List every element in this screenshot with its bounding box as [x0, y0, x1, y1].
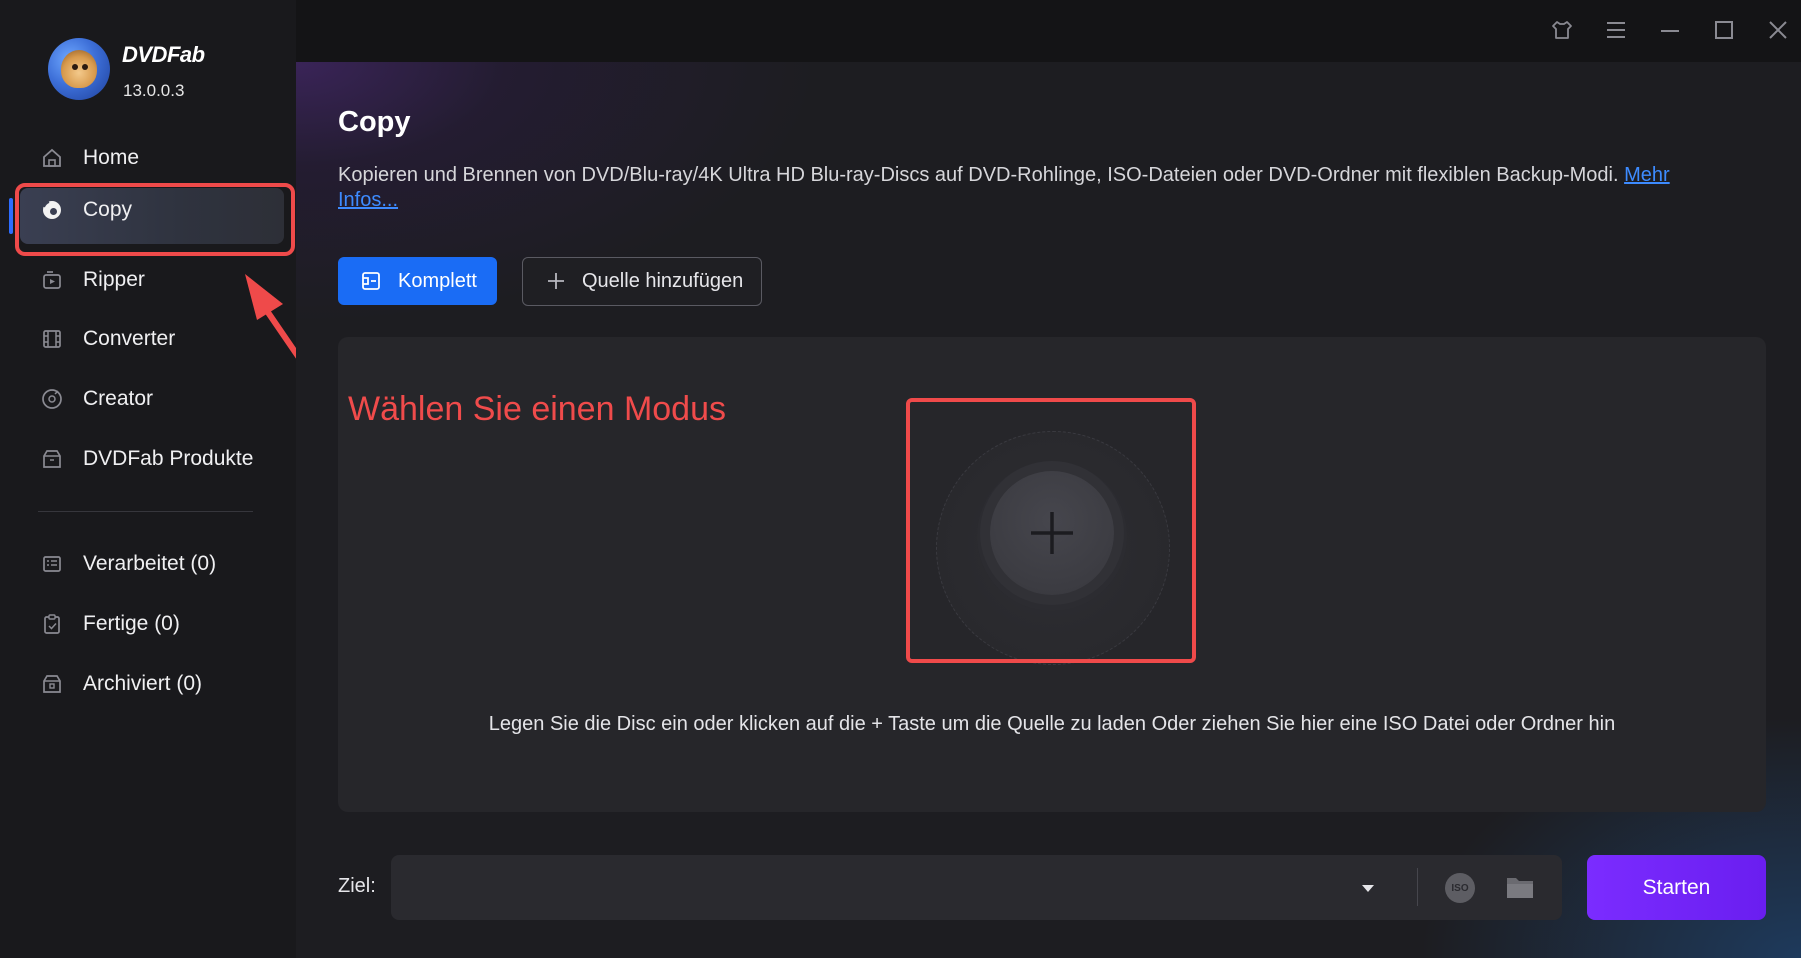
add-source-button[interactable]: Quelle hinzufügen [522, 257, 762, 306]
sidebar-item-label: Creator [83, 387, 154, 410]
folder-icon[interactable] [1505, 873, 1535, 901]
drop-hint-text: Legen Sie die Disc ein oder klicken auf … [488, 713, 1616, 735]
page-description: Kopieren und Brennen von DVD/Blu-ray/4K … [338, 163, 1733, 213]
skin-shirt-icon[interactable] [1548, 16, 1576, 44]
menu-icon[interactable] [1602, 16, 1630, 44]
annotation-highlight-copy [15, 183, 295, 256]
target-path-field[interactable] [391, 855, 1562, 920]
sidebar-item-label: DVDFab Produkte [83, 447, 254, 470]
active-indicator [9, 198, 13, 234]
title-bar [296, 0, 1801, 62]
clipboard-check-icon [41, 613, 63, 635]
sidebar-item-label: Archiviert (0) [83, 672, 203, 695]
start-button[interactable]: Starten [1587, 855, 1766, 920]
home-icon [41, 147, 63, 169]
minimize-icon[interactable] [1656, 16, 1684, 44]
film-icon [41, 328, 63, 350]
sidebar-item-archived[interactable]: Archiviert (0) [0, 658, 296, 710]
iso-output-button[interactable]: ISO [1445, 873, 1475, 903]
description-text: Kopieren und Brennen von DVD/Blu-ray/4K … [338, 164, 1619, 186]
sidebar-item-label: Converter [83, 327, 176, 350]
chevron-down-icon[interactable] [1360, 880, 1376, 896]
archive-icon [41, 673, 63, 695]
page-title: Copy [338, 106, 411, 138]
mode-complete-button[interactable]: Komplett [338, 257, 497, 305]
ripper-icon [41, 269, 63, 291]
app-version: 13.0.0.3 [123, 81, 185, 100]
sidebar-item-products[interactable]: DVDFab Produkte [0, 433, 296, 485]
sidebar-item-label: Home [83, 146, 140, 169]
dvdfab-logo [48, 38, 110, 100]
sidebar-item-processing[interactable]: Verarbeitet (0) [0, 538, 296, 590]
sidebar-divider [38, 511, 253, 512]
target-label: Ziel: [338, 875, 376, 897]
plus-icon [546, 271, 566, 297]
annotation-text: Wählen Sie einen Modus [348, 390, 727, 428]
sidebar-item-label: Fertige (0) [83, 612, 180, 635]
products-box-icon [41, 448, 63, 470]
sidebar: DVDFab 13.0.0.3 Home Copy Ripper Convert… [0, 0, 296, 958]
brand-name: DVDFab [122, 42, 205, 67]
maximize-icon[interactable] [1710, 16, 1738, 44]
creator-disc-icon [41, 388, 63, 410]
iso-label: ISO [1451, 882, 1469, 894]
sidebar-item-label: Verarbeitet (0) [83, 552, 217, 575]
mode-button-label: Komplett [398, 269, 477, 292]
target-separator [1417, 868, 1418, 906]
close-icon[interactable] [1764, 16, 1792, 44]
mode-icon [361, 271, 381, 297]
annotation-highlight-plus [906, 398, 1196, 663]
sidebar-item-label: Ripper [83, 268, 145, 291]
add-source-label: Quelle hinzufügen [582, 270, 744, 292]
sidebar-item-home[interactable]: Home [0, 132, 296, 184]
sidebar-item-finished[interactable]: Fertige (0) [0, 598, 296, 650]
list-icon [41, 553, 63, 575]
